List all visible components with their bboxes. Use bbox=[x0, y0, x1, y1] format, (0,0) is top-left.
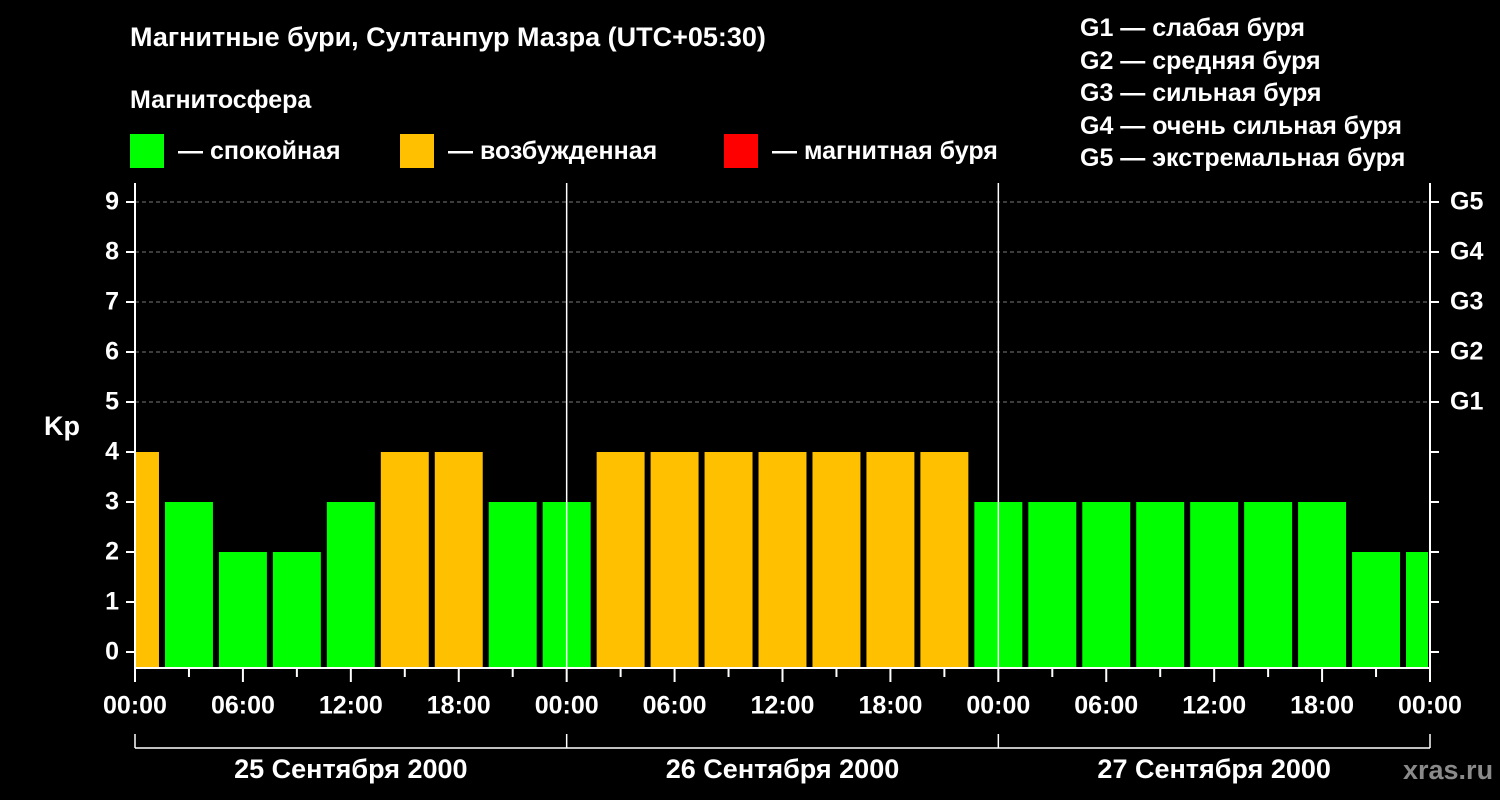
y-tick-label-2: 2 bbox=[105, 538, 119, 566]
y-tick-label-7: 7 bbox=[105, 288, 119, 316]
kp-bar-24 bbox=[1406, 552, 1428, 667]
x-tick-label-5: 06:00 bbox=[643, 692, 707, 720]
x-tick-label-6: 12:00 bbox=[751, 692, 815, 720]
y-tick-label-0: 0 bbox=[105, 638, 119, 666]
kp-bar-11 bbox=[704, 452, 753, 667]
y-tick-label-3: 3 bbox=[105, 488, 119, 516]
kp-bar-17 bbox=[1028, 502, 1077, 667]
x-tick-label-10: 12:00 bbox=[1182, 692, 1246, 720]
kp-bar-15 bbox=[920, 452, 969, 667]
x-tick-label-11: 18:00 bbox=[1290, 692, 1354, 720]
x-tick-label-4: 00:00 bbox=[535, 692, 599, 720]
kp-bar-1 bbox=[164, 502, 213, 667]
x-tick-label-0: 00:00 bbox=[103, 692, 167, 720]
right-axis-label-g3: G3 bbox=[1450, 288, 1483, 316]
y-axis-title: Kp bbox=[44, 411, 80, 441]
kp-bar-0 bbox=[136, 452, 159, 667]
kp-bar-12 bbox=[758, 452, 807, 667]
kp-bar-13 bbox=[812, 452, 861, 667]
kp-bar-9 bbox=[596, 452, 645, 667]
day-label-2: 27 Сентября 2000 bbox=[1097, 754, 1330, 784]
x-tick-label-7: 18:00 bbox=[858, 692, 922, 720]
right-axis-label-g5: G5 bbox=[1450, 188, 1483, 216]
kp-bar-4 bbox=[326, 502, 375, 667]
kp-bar-22 bbox=[1298, 502, 1347, 667]
day-label-0: 25 Сентября 2000 bbox=[234, 754, 467, 784]
kp-bar-3 bbox=[272, 552, 321, 667]
kp-bar-7 bbox=[488, 502, 537, 667]
x-tick-label-9: 06:00 bbox=[1074, 692, 1138, 720]
kp-bar-6 bbox=[434, 452, 483, 667]
y-tick-label-6: 6 bbox=[105, 338, 119, 366]
kp-bar-2 bbox=[218, 552, 267, 667]
kp-bar-18 bbox=[1082, 502, 1131, 667]
kp-chart: 0 1 2 3 4 5 6 7 8 9 Kp G1 G2 G3 G4 G5 00:00 06:00 12:00 18:… bbox=[44, 183, 1483, 784]
y-tick-label-5: 5 bbox=[105, 388, 119, 416]
kp-bar-20 bbox=[1190, 502, 1239, 667]
x-tick-label-8: 00:00 bbox=[966, 692, 1030, 720]
day-label-1: 26 Сентября 2000 bbox=[666, 754, 899, 784]
watermark: xras.ru bbox=[1403, 755, 1494, 785]
y-tick-label-9: 9 bbox=[105, 188, 119, 216]
right-axis-label-g1: G1 bbox=[1450, 388, 1483, 416]
y-tick-label-1: 1 bbox=[105, 588, 119, 616]
kp-bar-10 bbox=[650, 452, 699, 667]
y-tick-label-4: 4 bbox=[105, 438, 119, 466]
y-tick-label-8: 8 bbox=[105, 238, 119, 266]
x-tick-label-1: 06:00 bbox=[211, 692, 275, 720]
x-tick-label-3: 18:00 bbox=[427, 692, 491, 720]
x-tick-label-12: 00:00 bbox=[1398, 692, 1462, 720]
kp-bar-19 bbox=[1136, 502, 1185, 667]
kp-bar-23 bbox=[1352, 552, 1401, 667]
right-axis-label-g2: G2 bbox=[1450, 338, 1483, 366]
kp-bar-5 bbox=[380, 452, 429, 667]
right-axis-label-g4: G4 bbox=[1450, 238, 1483, 266]
kp-bar-14 bbox=[866, 452, 915, 667]
kp-bar-21 bbox=[1244, 502, 1293, 667]
x-tick-label-2: 12:00 bbox=[319, 692, 383, 720]
